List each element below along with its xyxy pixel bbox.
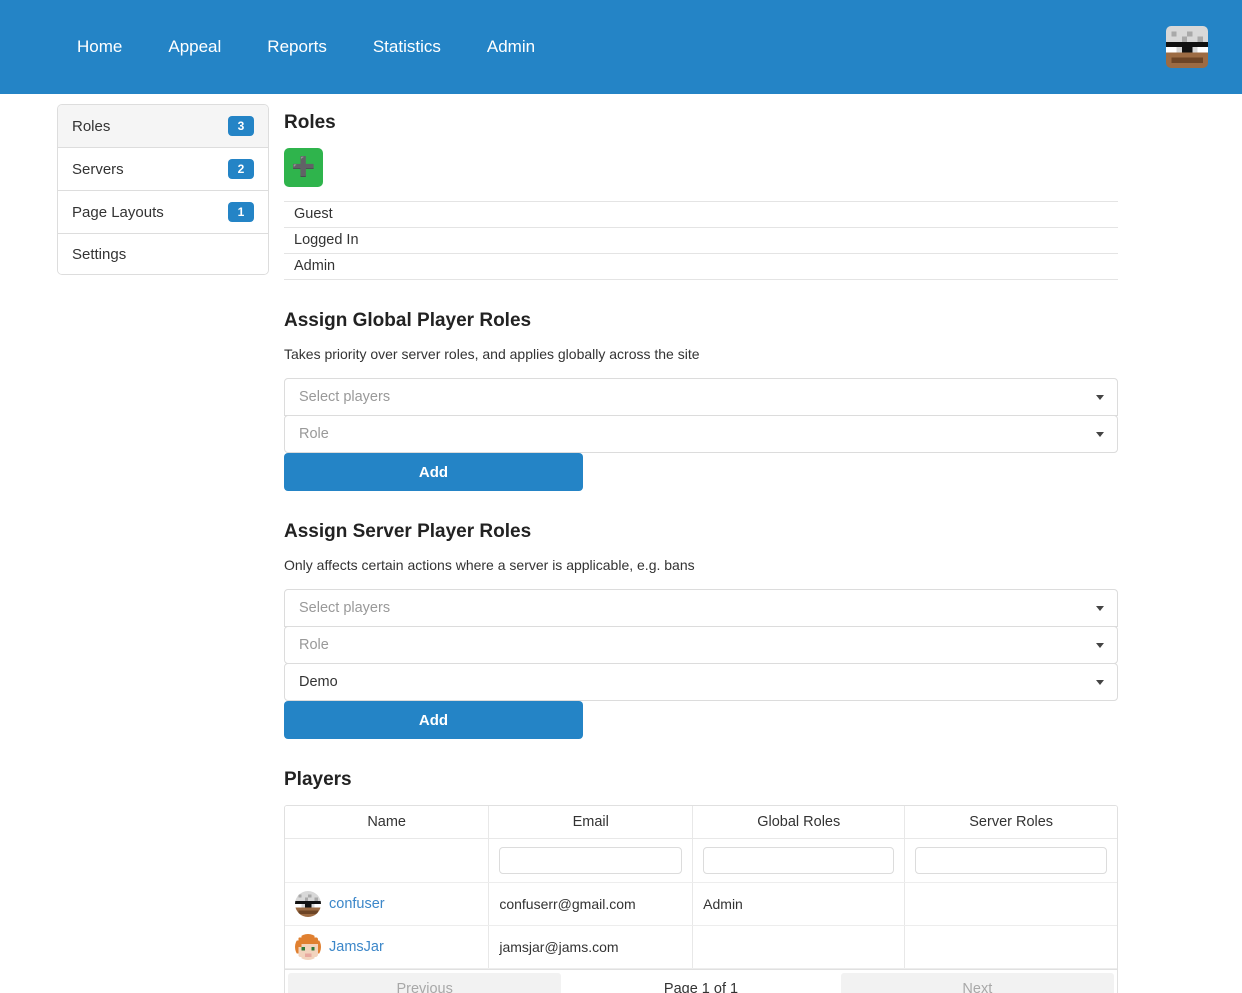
sidebar-item-page-layouts[interactable]: Page Layouts 1 <box>58 191 268 234</box>
global-roles-filter-input[interactable] <box>703 847 895 874</box>
sidebar-item-roles[interactable]: Roles 3 <box>58 105 268 148</box>
filter-cell-email <box>488 838 694 883</box>
sidebar-item-servers-badge: 2 <box>228 159 254 179</box>
confuser-avatar-canvas <box>295 891 321 917</box>
global-role-select-value: Role <box>299 426 329 442</box>
confuser-avatar-icon <box>295 891 321 917</box>
global-players-select-value: Select players <box>299 389 391 405</box>
admin-sidebar: Roles 3 Servers 2 Page Layouts 1 Setting… <box>57 104 269 275</box>
column-header-email[interactable]: Email <box>488 806 694 839</box>
sidebar-item-roles-badge: 3 <box>228 116 254 136</box>
email-filter-input[interactable] <box>499 847 683 874</box>
nav-link-statistics[interactable]: Statistics <box>350 0 464 94</box>
player-name-cell: JamsJar <box>285 925 490 969</box>
table-row: confuser confuserr@gmail.com Admin <box>285 882 1117 926</box>
chevron-down-icon <box>1096 643 1104 648</box>
role-row[interactable]: Admin <box>284 254 1118 280</box>
global-players-select[interactable]: Select players <box>284 378 1118 416</box>
server-players-select[interactable]: Select players <box>284 589 1118 627</box>
player-identity: confuser <box>295 891 478 917</box>
assign-global-roles-heading: Assign Global Player Roles <box>284 310 532 331</box>
chevron-down-icon <box>1096 606 1104 611</box>
player-identity: JamsJar <box>295 934 478 960</box>
user-avatar-icon[interactable] <box>1166 26 1208 68</box>
sidebar-item-settings[interactable]: Settings <box>58 234 268 274</box>
nav-links: Home Appeal Reports Statistics Admin <box>54 0 558 94</box>
players-table-wrapper: Name Email Global Roles Server Roles con… <box>284 805 1118 993</box>
assign-global-roles-description: Takes priority over server roles, and ap… <box>284 346 700 362</box>
next-page-button[interactable]: Next <box>840 973 1114 993</box>
assign-server-roles-description: Only affects certain actions where a ser… <box>284 557 695 573</box>
sidebar-item-settings-label: Settings <box>72 245 127 263</box>
chevron-down-icon <box>1096 432 1104 437</box>
top-navbar: Home Appeal Reports Statistics Admin <box>0 0 1242 94</box>
chevron-down-icon <box>1096 395 1104 400</box>
player-name-link[interactable]: confuser <box>329 896 385 912</box>
filter-cell-server-roles <box>904 838 1117 883</box>
user-avatar-canvas <box>1166 26 1208 68</box>
sidebar-item-page-layouts-label: Page Layouts <box>72 203 164 221</box>
nav-link-home[interactable]: Home <box>54 0 145 94</box>
column-header-name[interactable]: Name <box>285 806 490 839</box>
player-name-link[interactable]: JamsJar <box>329 939 384 955</box>
players-filter-row <box>285 838 1117 883</box>
player-server-roles-cell <box>904 925 1117 969</box>
server-role-select[interactable]: Role <box>284 626 1118 664</box>
player-global-roles-cell: Admin <box>692 882 906 926</box>
column-header-global-roles[interactable]: Global Roles <box>692 806 906 839</box>
page-status-label: Page 1 of 1 <box>564 973 838 993</box>
players-pagination: Previous Page 1 of 1 Next <box>285 969 1117 993</box>
roles-list: Guest Logged In Admin <box>284 201 1118 280</box>
column-header-server-roles[interactable]: Server Roles <box>904 806 1117 839</box>
server-roles-filter-input[interactable] <box>915 847 1107 874</box>
player-global-roles-cell <box>692 925 906 969</box>
jamsjar-avatar-icon <box>295 934 321 960</box>
server-server-select-value: Demo <box>299 674 338 690</box>
assign-global-roles-form: Select players Role Add <box>284 378 1118 491</box>
players-table-head: Name Email Global Roles Server Roles <box>285 806 1117 839</box>
players-table: Name Email Global Roles Server Roles con… <box>285 806 1117 969</box>
players-table-body: confuser confuserr@gmail.com Admin JamsJ… <box>285 838 1117 969</box>
filter-cell-name <box>285 838 490 883</box>
server-role-select-value: Role <box>299 637 329 653</box>
main-content: Roles ➕ Guest Logged In Admin Assign Glo… <box>270 104 1170 993</box>
global-role-select[interactable]: Role <box>284 415 1118 453</box>
sidebar-item-roles-label: Roles <box>72 117 111 135</box>
roles-heading: Roles <box>284 112 336 133</box>
nav-link-appeal[interactable]: Appeal <box>145 0 244 94</box>
server-players-select-value: Select players <box>299 600 391 616</box>
player-email-cell: confuserr@gmail.com <box>488 882 694 926</box>
players-table-header-row: Name Email Global Roles Server Roles <box>285 806 1117 839</box>
table-row: JamsJar jamsjar@jams.com <box>285 925 1117 969</box>
add-role-button[interactable]: ➕ <box>284 148 323 187</box>
jamsjar-avatar-canvas <box>295 934 321 960</box>
nav-link-admin[interactable]: Admin <box>464 0 558 94</box>
assign-server-roles-form: Select players Role Demo Add <box>284 589 1118 739</box>
chevron-down-icon <box>1096 680 1104 685</box>
role-row[interactable]: Logged In <box>284 228 1118 254</box>
player-email-cell: jamsjar@jams.com <box>488 925 694 969</box>
plus-icon: ➕ <box>291 157 316 178</box>
sidebar-item-page-layouts-badge: 1 <box>228 202 254 222</box>
sidebar-column: Roles 3 Servers 2 Page Layouts 1 Setting… <box>0 104 270 275</box>
server-roles-add-button[interactable]: Add <box>284 701 583 739</box>
player-name-cell: confuser <box>285 882 490 926</box>
filter-cell-global-roles <box>692 838 906 883</box>
assign-server-roles-heading: Assign Server Player Roles <box>284 521 532 542</box>
server-server-select[interactable]: Demo <box>284 663 1118 701</box>
previous-page-button[interactable]: Previous <box>288 973 562 993</box>
role-row[interactable]: Guest <box>284 202 1118 228</box>
global-roles-add-button[interactable]: Add <box>284 453 583 491</box>
sidebar-item-servers-label: Servers <box>72 160 124 178</box>
sidebar-item-servers[interactable]: Servers 2 <box>58 148 268 191</box>
player-server-roles-cell <box>904 882 1117 926</box>
players-heading: Players <box>284 769 352 790</box>
page-body: Roles 3 Servers 2 Page Layouts 1 Setting… <box>0 94 1242 993</box>
nav-link-reports[interactable]: Reports <box>244 0 350 94</box>
